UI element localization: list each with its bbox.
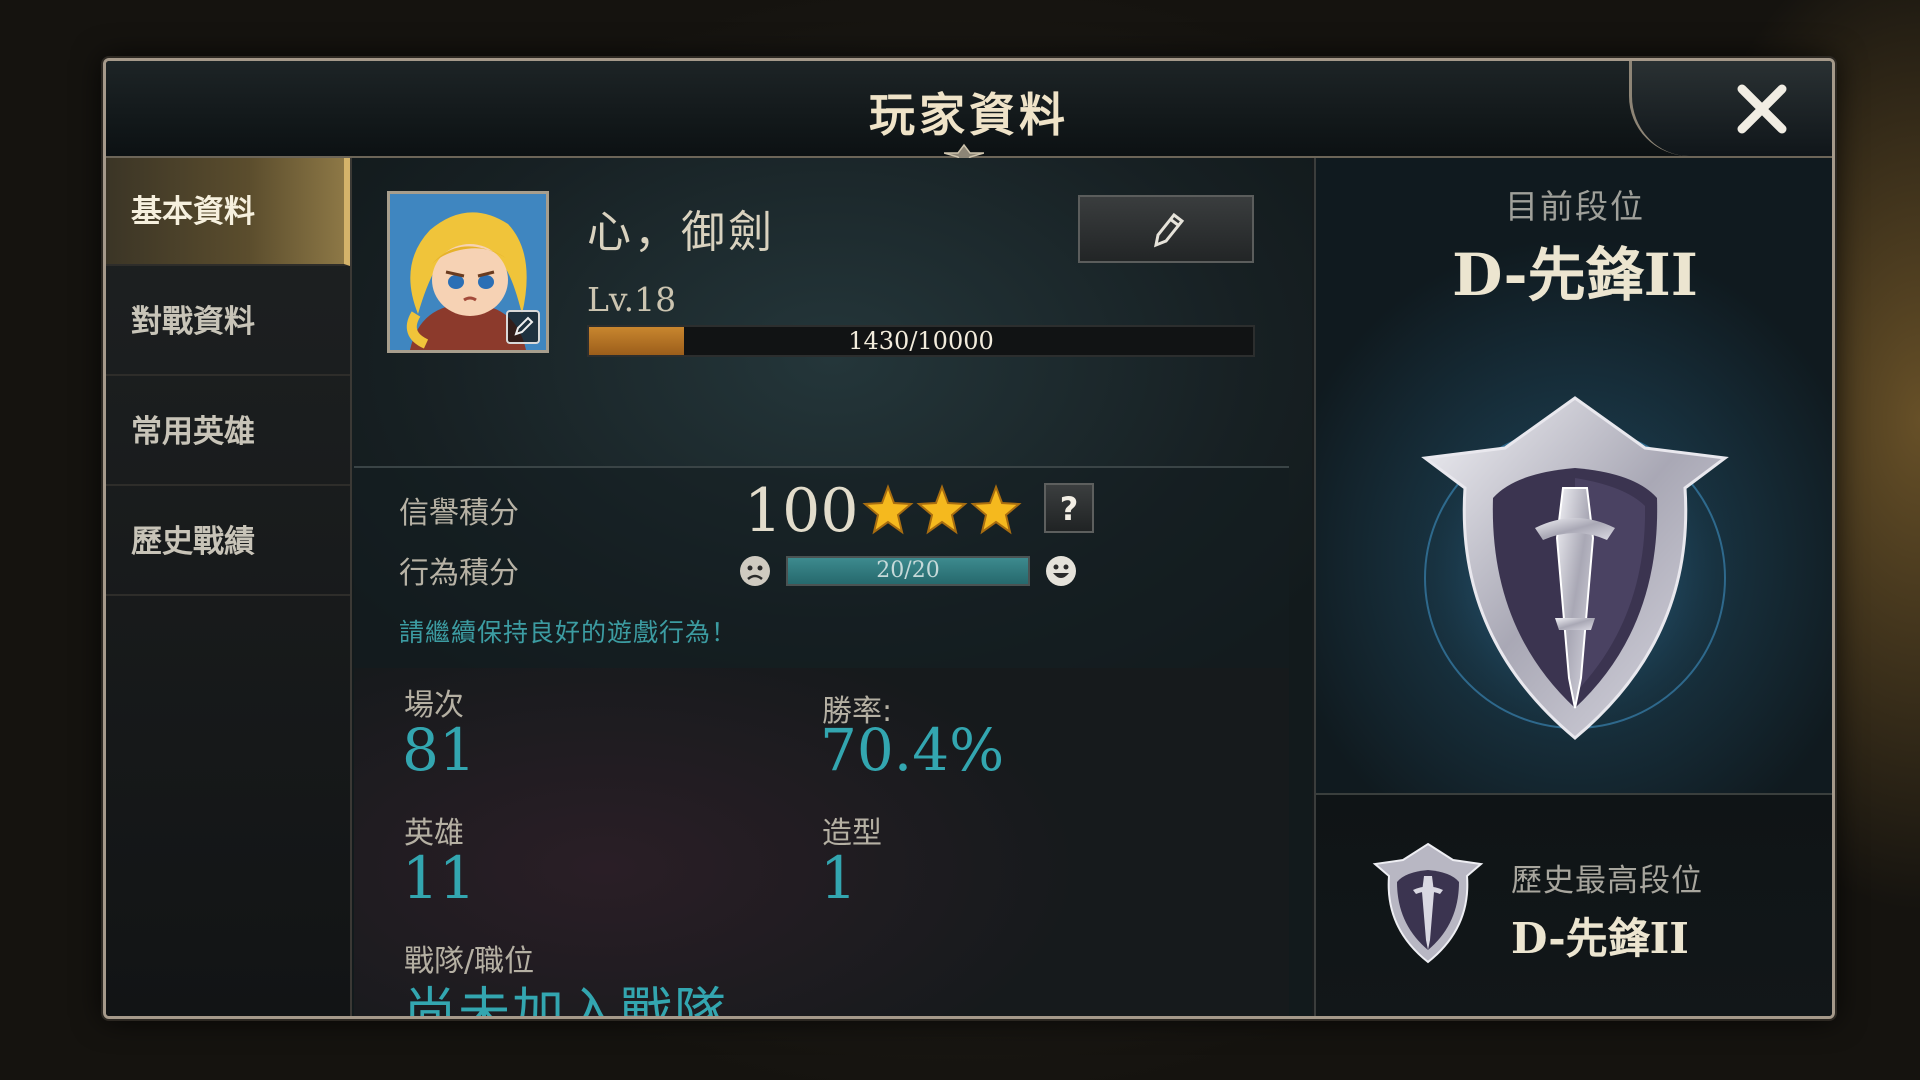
sad-face-icon: [740, 556, 770, 586]
rank-panel: 目前段位 D-先鋒II 歷史最高段位 D-先鋒II: [1314, 158, 1832, 1016]
credit-section: 信譽積分 100 ? 行為積分 20/20 請繼續保持良好的遊戲行為！: [354, 466, 1289, 670]
sidebar-nav: 基本資料 對戰資料 常用英雄 歷史戰績: [106, 158, 352, 1016]
history-rank-value: D-先鋒II: [1511, 914, 1689, 963]
close-icon[interactable]: [1732, 79, 1792, 139]
dialog-titlebar: 玩家資料: [106, 61, 1832, 171]
history-rank-shield-icon: [1372, 842, 1484, 964]
credit-help-button[interactable]: ?: [1044, 483, 1094, 533]
stats-section: 場次 81 勝率: 70.4% 英雄 11 造型 1 戰隊/職位 尚未加入戰隊: [354, 668, 1289, 1016]
player-name: 心，御劍: [587, 207, 775, 258]
winrate-value: 70.4%: [820, 716, 1005, 784]
sidebar-item-common-heroes[interactable]: 常用英雄: [106, 378, 350, 486]
behavior-progress-text: 20/20: [876, 558, 940, 583]
player-level: Lv.18: [587, 280, 677, 319]
skins-value: 1: [820, 844, 857, 912]
sidebar-item-battle-data[interactable]: 對戰資料: [106, 268, 350, 376]
player-info-dialog: 玩家資料 基本資料 對戰資料 常用英雄 歷史戰績 心，御劍 Lv.18 1430…: [103, 58, 1835, 1019]
edit-name-button[interactable]: [1078, 195, 1254, 263]
rank-shield-icon: [1400, 396, 1750, 753]
credit-score-value: 100: [744, 476, 859, 546]
xp-progress-text: 1430/10000: [848, 327, 994, 355]
behavior-progress-bar: 20/20: [786, 556, 1030, 586]
sidebar-item-basic-info[interactable]: 基本資料: [106, 158, 350, 266]
xp-progress-bar: 1430/10000: [587, 325, 1255, 357]
dialog-title: 玩家資料: [869, 88, 1069, 142]
avatar-edit-icon[interactable]: [506, 310, 540, 344]
heroes-value: 11: [402, 844, 476, 912]
team-value: 尚未加入戰隊: [404, 983, 729, 1019]
star-icon: [862, 484, 914, 535]
profile-main: 心，御劍 Lv.18 1430/10000 信譽積分 100 ? 行為積分 20…: [352, 158, 1312, 1016]
star-icon: [970, 484, 1022, 535]
history-rank-section: 歷史最高段位 D-先鋒II: [1316, 793, 1832, 1016]
sidebar-item-match-history[interactable]: 歷史戰績: [106, 488, 350, 596]
credit-score-label: 信譽積分: [399, 496, 519, 531]
behavior-hint: 請繼續保持良好的遊戲行為！: [399, 618, 738, 647]
matches-value: 81: [402, 716, 476, 784]
history-rank-label: 歷史最高段位: [1511, 863, 1703, 899]
close-tab: [1629, 61, 1832, 156]
avatar[interactable]: [387, 191, 549, 353]
happy-face-icon: [1046, 556, 1076, 586]
current-rank-label: 目前段位: [1505, 187, 1645, 226]
behavior-score-label: 行為積分: [399, 556, 519, 591]
pencil-icon: [1153, 212, 1185, 248]
star-icon: [916, 484, 968, 535]
current-rank-value: D-先鋒II: [1452, 241, 1698, 309]
game-background: 玩家資料 基本資料 對戰資料 常用英雄 歷史戰績 心，御劍 Lv.18 1430…: [0, 0, 1920, 1080]
